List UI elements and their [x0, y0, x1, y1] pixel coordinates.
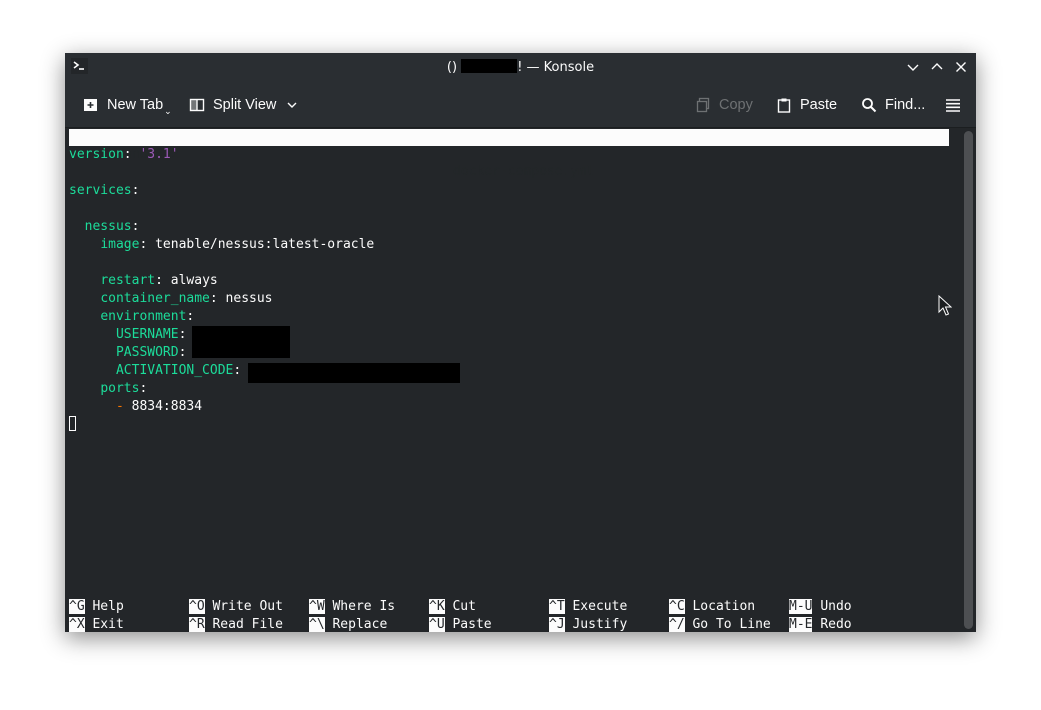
file-line: version: '3.1' — [69, 147, 179, 162]
nano-shortcut: ^W Where Is — [309, 598, 395, 616]
nano-shortcut: ^K Cut — [429, 598, 476, 616]
shortcut-label: Help — [92, 599, 124, 614]
text-cursor — [69, 416, 76, 434]
nano-shortcut: ^O Write Out — [189, 598, 283, 616]
file-line: PASSWORD: — [115, 345, 195, 360]
shortcut-key: M-E — [789, 617, 813, 632]
find-label: Find... — [885, 97, 926, 113]
shortcut-key: ^J — [549, 617, 565, 632]
shortcut-key: ^/ — [669, 617, 685, 632]
hamburger-menu-button[interactable] — [945, 94, 969, 116]
nano-shortcut: ^T Execute — [549, 598, 627, 616]
file-line: environment: — [100, 309, 195, 324]
toolbar: New Tab ⌄ Split View Copy Paste Find... — [65, 81, 976, 128]
shortcut-key: ^G — [69, 599, 85, 614]
konsole-window: () ! — Konsole New Tab ⌄ Split View Copy… — [65, 53, 976, 632]
file-line: services: — [69, 183, 140, 198]
search-icon — [862, 98, 877, 113]
shortcut-key: ^T — [549, 599, 565, 614]
scrollbar[interactable] — [961, 128, 976, 632]
redacted-credentials — [192, 326, 290, 358]
find-button[interactable]: Find... — [861, 94, 925, 116]
chevron-down-icon — [287, 102, 297, 108]
copy-icon — [696, 97, 710, 113]
shortcut-key: ^K — [429, 599, 445, 614]
copy-label: Copy — [719, 97, 753, 113]
shortcut-label: Read File — [212, 617, 283, 632]
shortcut-key: ^O — [189, 599, 205, 614]
nano-filename: docker-compose.yml — [453, 164, 594, 179]
new-tab-menu-indicator: ⌄ — [164, 105, 172, 116]
shortcut-label: Exit — [92, 617, 124, 632]
nano-shortcut: ^C Location — [669, 598, 755, 616]
file-line: - 8834:8834 — [115, 399, 203, 414]
shortcut-label: Undo — [820, 599, 852, 614]
file-line: image: tenable/nessus:latest-oracle — [100, 237, 375, 252]
new-tab-icon — [84, 99, 97, 111]
file-line: restart: always — [100, 273, 218, 288]
shortcut-label: Go To Line — [692, 617, 771, 632]
nano-shortcut: M-U Undo — [789, 598, 852, 616]
shortcut-key: ^C — [669, 599, 685, 614]
file-line: nessus: — [84, 219, 140, 234]
hamburger-menu-icon — [946, 99, 960, 112]
mouse-pointer-icon — [938, 295, 952, 316]
window-title: () ! — Konsole — [446, 59, 595, 75]
split-view-button[interactable]: Split View — [189, 94, 298, 116]
redacted-title — [461, 59, 518, 73]
file-line: ports: — [100, 381, 148, 396]
shortcut-key: ^X — [69, 617, 85, 632]
shortcut-key: M-U — [789, 599, 813, 614]
terminal-area[interactable]: GNU nano 6.2 docker-compose.yml version:… — [65, 128, 961, 632]
shortcut-label: Cut — [452, 599, 476, 614]
nano-title-bar: GNU nano 6.2 docker-compose.yml — [69, 129, 949, 179]
shortcut-label: Paste — [452, 617, 492, 632]
nano-shortcut: ^/ Go To Line — [669, 616, 771, 632]
new-tab-label: New Tab — [107, 97, 164, 113]
nano-shortcut: M-E Redo — [789, 616, 852, 632]
shortcut-key: ^R — [189, 617, 205, 632]
shortcut-label: Location — [692, 599, 756, 614]
shortcut-key: ^W — [309, 599, 325, 614]
shortcut-label: Where Is — [332, 599, 396, 614]
paste-button[interactable]: Paste — [776, 94, 837, 116]
new-tab-button[interactable]: New Tab ⌄ — [83, 94, 172, 116]
redacted-activation-code — [248, 363, 460, 383]
shortcut-label: Redo — [820, 617, 852, 632]
file-line: container_name: nessus — [100, 291, 273, 306]
nano-shortcut: ^R Read File — [189, 616, 283, 632]
scrollbar-thumb[interactable] — [964, 131, 973, 629]
shortcut-key: ^U — [429, 617, 445, 632]
shortcut-key: ^\ — [309, 617, 325, 632]
split-view-icon — [189, 98, 205, 112]
file-line: ACTIVATION_CODE: — [115, 363, 250, 378]
close-button[interactable] — [953, 59, 969, 75]
split-view-label: Split View — [213, 97, 277, 113]
copy-button[interactable]: Copy — [695, 94, 753, 116]
nano-shortcut: ^G Help — [69, 598, 124, 616]
nano-shortcut: ^U Paste — [429, 616, 492, 632]
minimize-button[interactable] — [905, 59, 921, 75]
paste-icon — [777, 98, 791, 113]
shortcut-label: Justify — [572, 617, 628, 632]
title-bar[interactable]: () ! — Konsole — [65, 53, 976, 81]
shortcut-label: Execute — [572, 599, 628, 614]
file-line: USERNAME: — [115, 327, 195, 342]
nano-shortcut: ^J Justify — [549, 616, 627, 632]
shortcut-label: Write Out — [212, 599, 283, 614]
paste-label: Paste — [800, 97, 838, 113]
nano-shortcut: ^\ Replace — [309, 616, 387, 632]
maximize-button[interactable] — [929, 59, 945, 75]
shortcut-label: Replace — [332, 617, 388, 632]
nano-shortcut: ^X Exit — [69, 616, 124, 632]
